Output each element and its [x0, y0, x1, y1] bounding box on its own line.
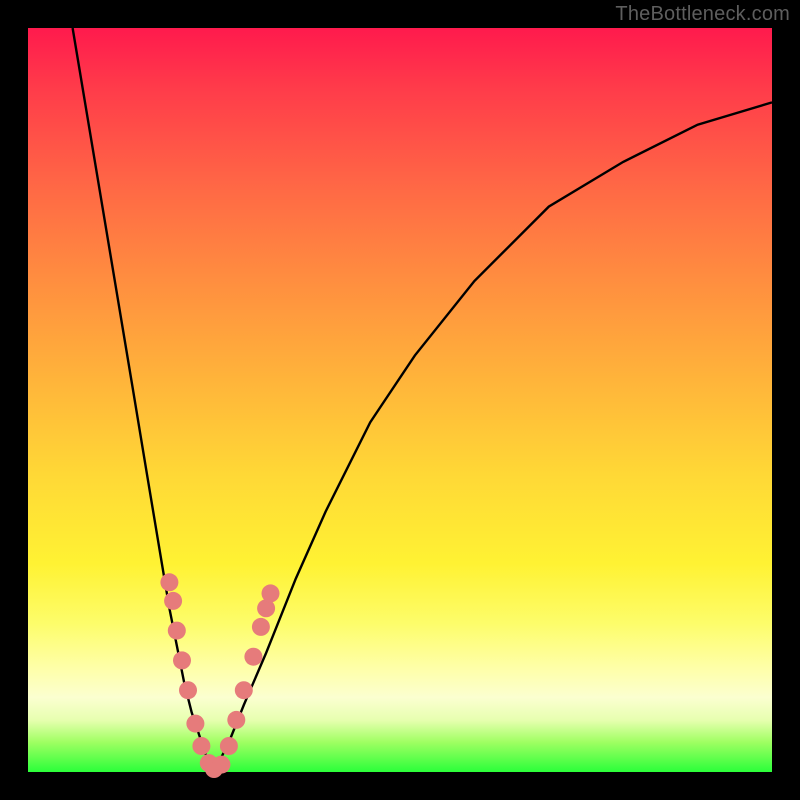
marker-dot [244, 648, 262, 666]
marker-dot [235, 681, 253, 699]
marker-dot [252, 618, 270, 636]
curve-right-branch [214, 102, 772, 772]
marker-dot [212, 756, 230, 774]
marker-dot [186, 715, 204, 733]
marker-dot [168, 622, 186, 640]
marker-dot [179, 681, 197, 699]
curve-layer [28, 28, 772, 772]
marker-group [160, 573, 279, 778]
marker-dot [160, 573, 178, 591]
marker-dot [164, 592, 182, 610]
marker-dot [192, 737, 210, 755]
marker-dot [220, 737, 238, 755]
chart-frame: TheBottleneck.com [0, 0, 800, 800]
watermark-text: TheBottleneck.com [615, 3, 790, 26]
curve-left-branch [73, 28, 214, 772]
marker-dot [227, 711, 245, 729]
marker-dot [262, 584, 280, 602]
marker-dot [173, 651, 191, 669]
plot-area [28, 28, 772, 772]
